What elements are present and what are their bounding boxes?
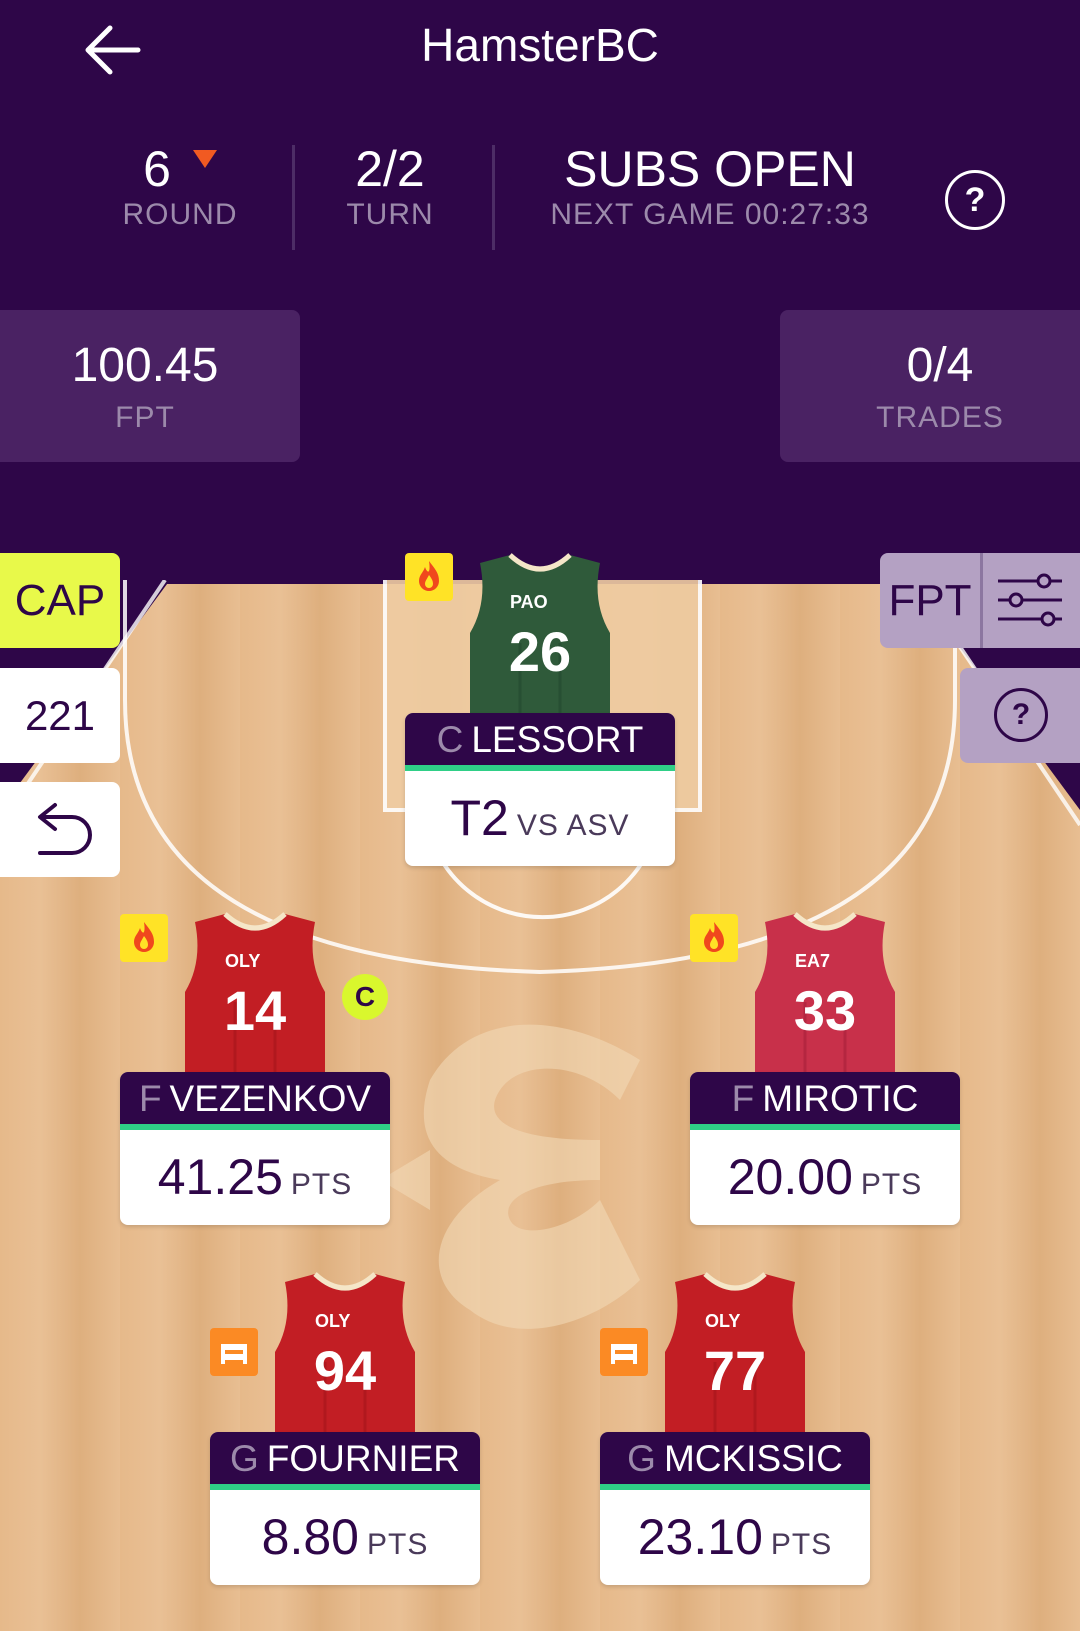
player-card-body: T2 VS ASV [405, 771, 675, 866]
player-card[interactable]: F MIROTIC 20.00 PTS [690, 1072, 960, 1225]
fpt-value: 100.45 [71, 339, 219, 392]
subs-status: SUBS OPEN NEXT GAME 00:27:33 [520, 140, 900, 232]
turn-stat: 2/2 TURN [310, 140, 470, 232]
page-title: HamsterBC [421, 19, 659, 71]
turn-label: TURN [346, 198, 434, 231]
player-card[interactable]: G MCKISSIC 23.10 PTS [600, 1432, 870, 1585]
player-name: MIROTIC [762, 1078, 919, 1119]
jersey-icon: OLY 14 [185, 912, 325, 1082]
player-card-body: 20.00 PTS [690, 1130, 960, 1225]
player-position: G [627, 1438, 656, 1479]
fpt-label: FPT [115, 401, 175, 434]
player-position: F [138, 1078, 162, 1119]
round-selector[interactable]: 6 ROUND [100, 140, 260, 232]
undo-icon [38, 803, 92, 855]
captain-badge: C [342, 974, 388, 1020]
jersey-number: 33 [794, 979, 856, 1042]
player-card-header: C LESSORT [405, 713, 675, 771]
player-score-unit: PTS [770, 1528, 833, 1561]
divider [492, 145, 495, 250]
undo-button[interactable] [0, 782, 120, 877]
fpt-sort-label: FPT [888, 576, 972, 625]
player-card-body: 23.10 PTS [600, 1490, 870, 1585]
player-score: 41.25 [157, 1149, 283, 1205]
player-position: C [436, 719, 464, 760]
player-card[interactable]: C LESSORT T2 VS ASV [405, 713, 675, 866]
bench-icon [210, 1328, 258, 1376]
round-value: 6 [143, 141, 171, 197]
jersey-team-label: OLY [315, 1311, 350, 1331]
jersey-team-label: OLY [705, 1311, 740, 1331]
player-score-unit: PTS [860, 1168, 923, 1201]
player-name: MCKISSIC [663, 1438, 843, 1479]
player-card[interactable]: F VEZENKOV 41.25 PTS [120, 1072, 390, 1225]
jersey-icon: OLY 77 [665, 1272, 805, 1442]
next-game-countdown: NEXT GAME 00:27:33 [550, 198, 870, 231]
jersey-number: 26 [509, 620, 571, 683]
player-position: F [731, 1078, 755, 1119]
jersey-team-label: EA7 [795, 951, 830, 971]
jersey-icon: OLY 94 [275, 1272, 415, 1442]
fire-icon [690, 914, 738, 962]
subs-status-value: SUBS OPEN [564, 141, 856, 197]
divider [292, 145, 295, 250]
player-card-body: 8.80 PTS [210, 1490, 480, 1585]
court-help-button[interactable]: ? [960, 668, 1080, 763]
fire-icon [120, 914, 168, 962]
player-name: VEZENKOV [169, 1078, 372, 1119]
count-value: 221 [0, 668, 120, 763]
jersey-icon: PAO 26 [470, 553, 610, 723]
player-card-header: G MCKISSIC [600, 1432, 870, 1490]
divider [980, 553, 983, 648]
player-score-unit: PTS [366, 1528, 429, 1561]
trades-value: 0/4 [906, 339, 974, 392]
player-card-body: 41.25 PTS [120, 1130, 390, 1225]
player-score: 8.80 [261, 1509, 359, 1565]
player-position: G [229, 1438, 259, 1479]
trades-box: 0/4 TRADES [780, 310, 1080, 462]
player-score: T2 [450, 790, 509, 846]
fpt-sort-control[interactable]: FPT [880, 553, 1080, 648]
turn-value: 2/2 [355, 141, 425, 197]
jersey-team-label: PAO [510, 592, 548, 612]
player-score: 20.00 [727, 1149, 853, 1205]
player-score-unit: VS ASV [516, 809, 630, 842]
player-card-header: F VEZENKOV [120, 1072, 390, 1130]
header: HamsterBC 6 ROUND 2/2 TURN SUBS OPEN NEX… [0, 0, 1080, 580]
player-card[interactable]: G FOURNIER 8.80 PTS [210, 1432, 480, 1585]
player-score-unit: PTS [290, 1168, 353, 1201]
jersey-number: 94 [314, 1339, 376, 1402]
player-score: 23.10 [637, 1509, 763, 1565]
jersey-team-label: OLY [225, 951, 260, 971]
player-card-header: F MIROTIC [690, 1072, 960, 1130]
player-name: LESSORT [471, 719, 644, 760]
caret-down-icon [192, 149, 217, 168]
player-card-header: G FOURNIER [210, 1432, 480, 1490]
help-icon[interactable]: ? [945, 170, 1005, 230]
captain-button[interactable]: CAP [0, 553, 120, 648]
round-label: ROUND [122, 198, 238, 231]
filter-sliders-icon[interactable] [990, 567, 1070, 633]
fpt-box: 100.45 FPT [0, 310, 300, 462]
player-name: FOURNIER [266, 1438, 460, 1479]
bench-icon [600, 1328, 648, 1376]
jersey-number: 14 [224, 979, 286, 1042]
fire-icon [405, 553, 453, 601]
trades-label: TRADES [876, 401, 1004, 434]
jersey-icon: EA733 [755, 912, 895, 1082]
jersey-number: 77 [704, 1339, 766, 1402]
help-icon: ? [994, 688, 1048, 742]
